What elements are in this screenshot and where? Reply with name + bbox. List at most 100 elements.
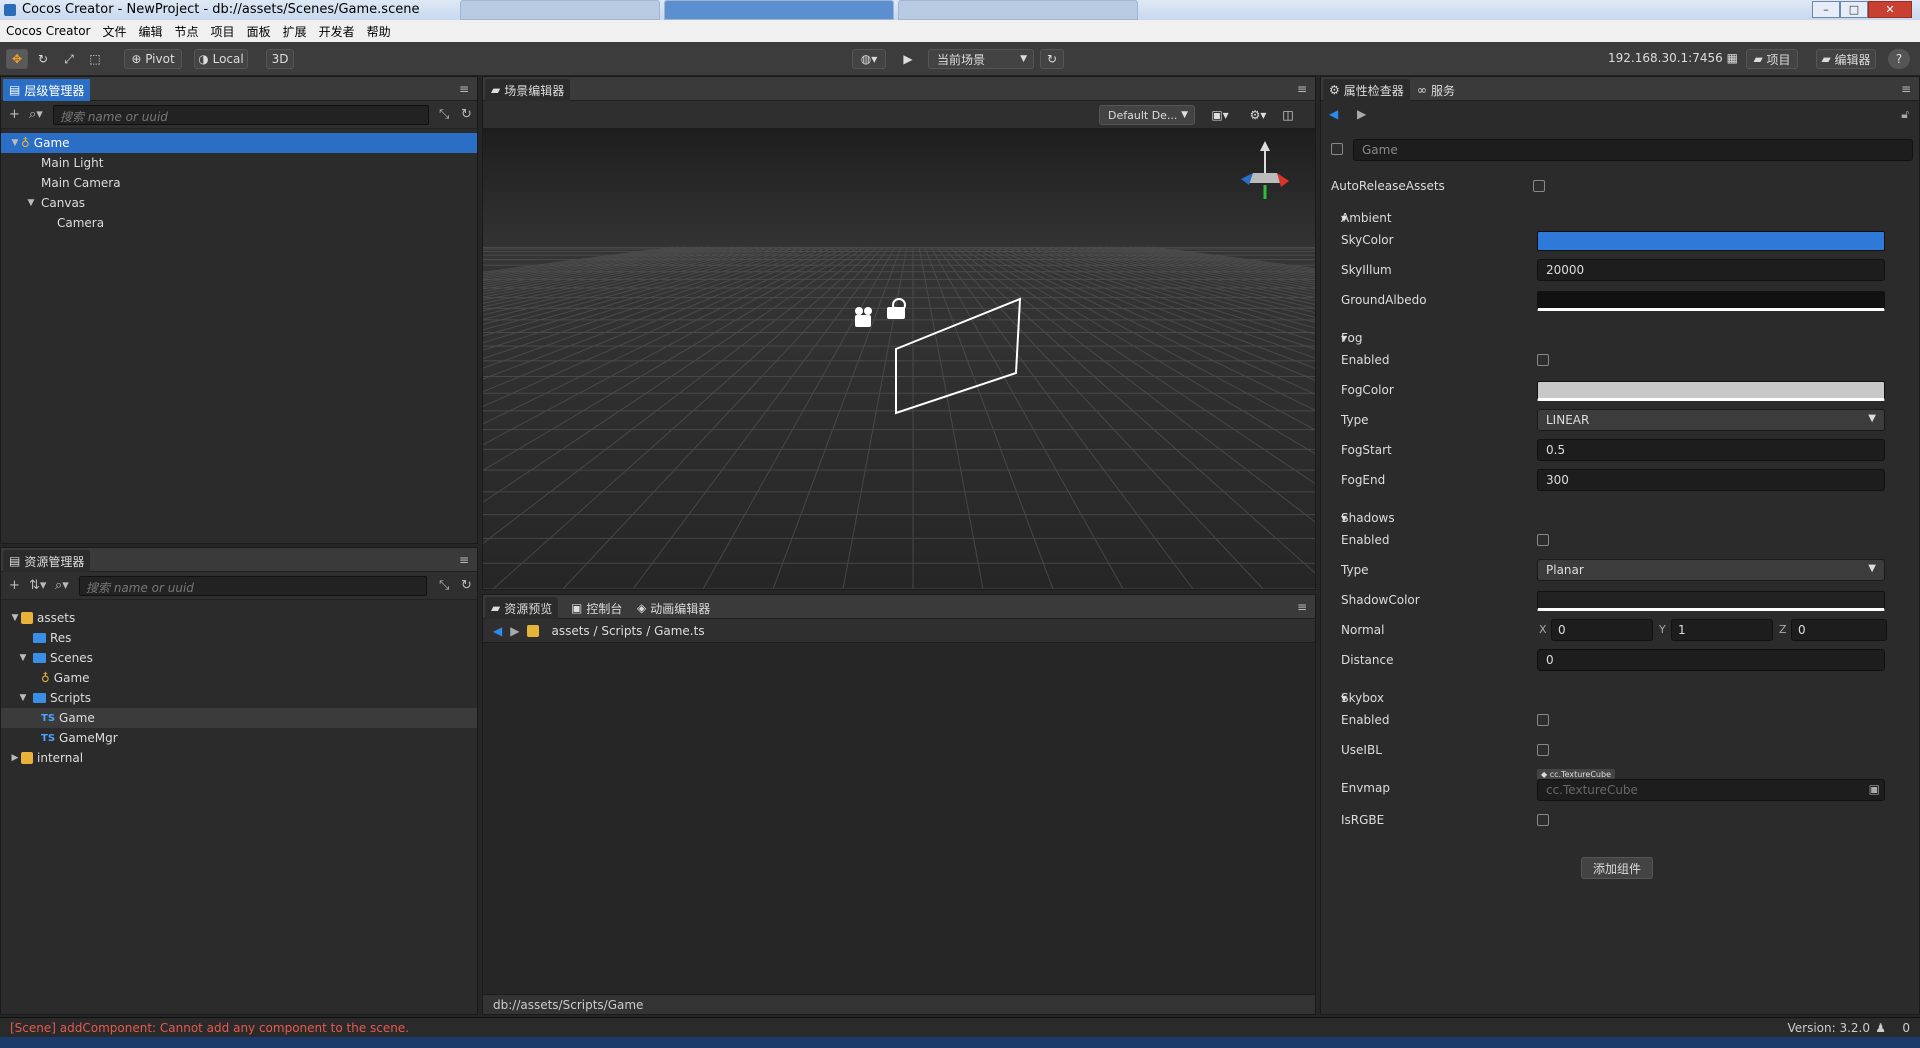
- node-name-field[interactable]: Game: [1353, 139, 1913, 161]
- pivot-button[interactable]: ⊕ Pivot: [124, 49, 182, 69]
- open-editor-button[interactable]: ▰ 编辑器: [1816, 49, 1876, 69]
- expand-arrow-icon[interactable]: ▼: [25, 198, 37, 208]
- asset-folder-internal[interactable]: ▶ internal: [1, 748, 477, 768]
- play-icon[interactable]: ▶: [898, 49, 918, 69]
- asset-folder-scripts[interactable]: ▼ Scripts: [1, 688, 477, 708]
- menu-cocos-creator[interactable]: Cocos Creator: [0, 24, 97, 38]
- fog-section[interactable]: ▾ Fog: [1321, 321, 1919, 345]
- panel-menu-icon[interactable]: ≡: [1297, 82, 1307, 96]
- move-tool-icon[interactable]: ✥: [6, 49, 28, 69]
- forward-arrow-icon[interactable]: ▶: [510, 624, 519, 638]
- asset-script-gamemgr[interactable]: TS GameMgr: [1, 728, 477, 748]
- rect-tool-icon[interactable]: ⬚: [84, 49, 106, 69]
- refresh-icon[interactable]: ↻: [461, 107, 472, 122]
- refresh-icon[interactable]: ↻: [461, 578, 472, 593]
- search-icon[interactable]: ⌕▾: [29, 107, 43, 122]
- add-icon[interactable]: +: [9, 578, 20, 593]
- asset-folder-assets[interactable]: ▼ assets: [1, 608, 477, 628]
- menu-node[interactable]: 节点: [169, 23, 205, 40]
- menu-edit[interactable]: 编辑: [133, 23, 169, 40]
- tab-animation-editor[interactable]: ◈ 动画编辑器: [631, 597, 716, 619]
- collapse-icon[interactable]: ⤡: [439, 578, 449, 593]
- hierarchy-search-input[interactable]: 搜索 name or uuid: [53, 105, 429, 125]
- maximize-icon[interactable]: □: [1840, 1, 1868, 18]
- sky-color-swatch[interactable]: [1537, 231, 1885, 251]
- tab-console[interactable]: ▣ 控制台: [565, 597, 628, 619]
- scene-select[interactable]: 当前场景 ▼: [928, 49, 1034, 69]
- shadows-enabled-checkbox[interactable]: [1537, 534, 1549, 546]
- expand-arrow-icon[interactable]: ▼: [9, 613, 21, 623]
- assets-search-input[interactable]: 搜索 name or uuid: [79, 576, 427, 596]
- skybox-enabled-checkbox[interactable]: [1537, 714, 1549, 726]
- tree-node-main-camera[interactable]: Main Camera: [1, 173, 477, 193]
- tab-scene-editor[interactable]: ▰ 场景编辑器: [485, 79, 571, 101]
- menu-file[interactable]: 文件: [97, 23, 133, 40]
- use-ibl-checkbox[interactable]: [1537, 744, 1549, 756]
- fog-color-swatch[interactable]: [1537, 381, 1885, 401]
- shadows-distance-input[interactable]: 0: [1537, 649, 1885, 671]
- panel-menu-icon[interactable]: ≡: [1297, 600, 1307, 614]
- mode-3d-button[interactable]: 3D: [266, 49, 294, 69]
- camera-select[interactable]: Default De... ▼: [1099, 105, 1195, 125]
- bell-icon[interactable]: ♟: [1875, 1021, 1886, 1035]
- asset-picker-icon[interactable]: ▣: [1869, 782, 1880, 796]
- sky-illum-input[interactable]: 20000: [1537, 259, 1885, 281]
- fog-enabled-checkbox[interactable]: [1537, 354, 1549, 366]
- auto-release-checkbox[interactable]: [1533, 180, 1545, 192]
- minimize-icon[interactable]: –: [1812, 1, 1840, 18]
- asset-scene-game[interactable]: ♁ Game: [1, 668, 477, 688]
- asset-script-game[interactable]: TS Game: [1, 708, 477, 728]
- layout-icon[interactable]: ◫: [1277, 105, 1299, 125]
- breadcrumb-item[interactable]: assets: [551, 624, 589, 638]
- search-icon[interactable]: ⌕▾: [55, 578, 69, 593]
- scene-grid[interactable]: [483, 129, 1315, 589]
- local-button[interactable]: ◑ Local: [194, 49, 248, 69]
- tab-services[interactable]: ∞ 服务: [1411, 79, 1461, 101]
- refresh-icon[interactable]: ↻: [1040, 49, 1064, 69]
- open-project-button[interactable]: ▰ 项目: [1746, 49, 1798, 69]
- breadcrumb-item[interactable]: Game.ts: [654, 624, 705, 638]
- back-arrow-icon[interactable]: ◀: [1329, 107, 1338, 121]
- panel-menu-icon[interactable]: ≡: [1901, 82, 1911, 96]
- shadow-color-swatch[interactable]: [1537, 591, 1885, 611]
- breadcrumb-item[interactable]: Scripts: [601, 624, 642, 638]
- menu-panel[interactable]: 面板: [241, 23, 277, 40]
- tree-node-main-light[interactable]: Main Light: [1, 153, 477, 173]
- menu-extension[interactable]: 扩展: [277, 23, 313, 40]
- scene-viewport[interactable]: [483, 129, 1315, 589]
- tab-hierarchy[interactable]: ▤ 层级管理器: [3, 79, 91, 101]
- normal-z-input[interactable]: 0: [1791, 619, 1887, 641]
- menu-developer[interactable]: 开发者: [313, 23, 361, 40]
- gizmo-icon[interactable]: ▣▾: [1205, 105, 1235, 125]
- expand-arrow-icon[interactable]: ▼: [9, 138, 21, 148]
- tree-node-camera[interactable]: Camera: [1, 213, 477, 233]
- background-tab[interactable]: [898, 0, 1138, 20]
- help-button[interactable]: ?: [1888, 49, 1910, 69]
- background-tab[interactable]: [664, 0, 894, 20]
- forward-arrow-icon[interactable]: ▶: [1357, 107, 1366, 121]
- expand-arrow-icon[interactable]: ▼: [17, 653, 29, 663]
- menu-project[interactable]: 项目: [205, 23, 241, 40]
- collapse-icon[interactable]: ⤡: [439, 107, 449, 122]
- asset-folder-res[interactable]: Res: [1, 628, 477, 648]
- close-icon[interactable]: ✕: [1868, 1, 1912, 18]
- normal-x-input[interactable]: 0: [1551, 619, 1653, 641]
- tree-node-game[interactable]: ▼ ♁ Game: [1, 133, 477, 153]
- add-component-button[interactable]: 添加组件: [1581, 857, 1653, 879]
- node-active-checkbox[interactable]: [1331, 143, 1343, 155]
- envmap-asset-field[interactable]: cc.TextureCube ▣: [1537, 779, 1885, 801]
- tab-asset-preview[interactable]: ▰ 资源预览: [485, 597, 559, 619]
- fog-end-input[interactable]: 300: [1537, 469, 1885, 491]
- platform-select-icon[interactable]: ◍▾: [852, 49, 886, 69]
- lock-icon[interactable]: 🔓︎: [1901, 107, 1909, 122]
- ambient-section[interactable]: ▾ Ambient: [1321, 201, 1919, 225]
- is-rgbe-checkbox[interactable]: [1537, 814, 1549, 826]
- tab-inspector[interactable]: ⚙ 属性检查器: [1323, 79, 1410, 101]
- fog-start-input[interactable]: 0.5: [1537, 439, 1885, 461]
- preview-address[interactable]: 192.168.30.1:7456 ▦: [1608, 51, 1738, 65]
- skybox-section[interactable]: ▾ Skybox: [1321, 681, 1919, 705]
- status-message[interactable]: [Scene] addComponent: Cannot add any com…: [10, 1021, 409, 1035]
- tab-assets[interactable]: ▤ 资源管理器: [3, 550, 91, 572]
- panel-menu-icon[interactable]: ≡: [459, 553, 469, 567]
- rotate-tool-icon[interactable]: ↻: [32, 49, 54, 69]
